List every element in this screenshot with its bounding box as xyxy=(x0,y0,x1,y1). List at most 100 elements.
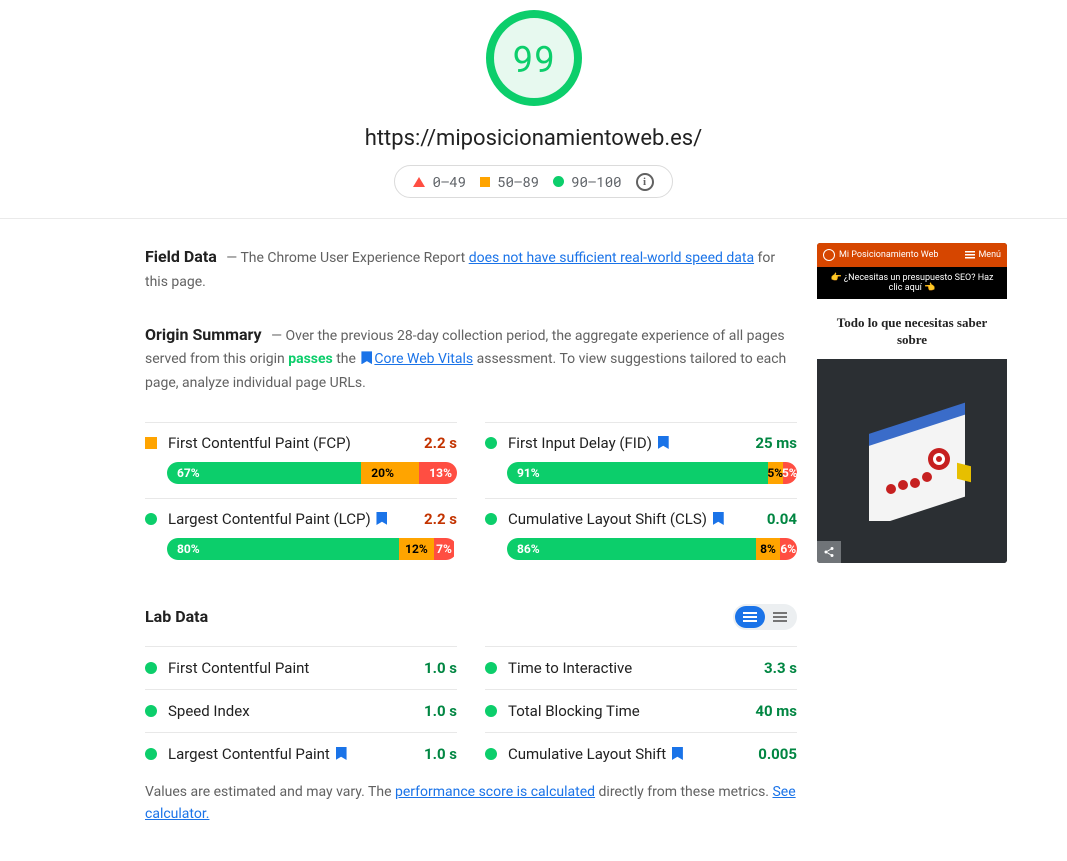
metric-value: 2.2 s xyxy=(424,510,457,528)
phone-illustration xyxy=(817,359,1007,563)
lab-metric[interactable]: Speed Index 1.0 s xyxy=(145,689,457,732)
lab-footnote: Values are estimated and may vary. The p… xyxy=(145,781,797,826)
share-icon xyxy=(823,546,835,558)
metric-name: Time to Interactive xyxy=(508,659,753,677)
metric-value: 25 ms xyxy=(755,434,797,452)
distribution-bar: 86%8%6% xyxy=(507,538,797,560)
dist-good: 91% xyxy=(507,462,768,484)
legend-high: 90–100 xyxy=(553,172,621,191)
metric-value: 2.2 s xyxy=(424,434,457,452)
seo-illustration-icon xyxy=(847,401,977,521)
lab-data-header: Lab Data xyxy=(145,604,797,630)
status-good-icon xyxy=(145,705,157,717)
page-preview: Mi Posicionamiento Web Menú 👉 ¿Necesitas… xyxy=(817,243,1007,826)
dist-poor: 13% xyxy=(419,462,457,484)
metric-name: First Contentful Paint xyxy=(168,659,413,677)
dist-poor: 5% xyxy=(783,462,798,484)
origin-metric[interactable]: First Input Delay (FID) 25 ms91%5%5% xyxy=(485,422,797,498)
lab-metric[interactable]: Largest Contentful Paint 1.0 s xyxy=(145,732,457,775)
hamburger-icon xyxy=(965,251,975,259)
lab-metric[interactable]: Total Blocking Time40 ms xyxy=(485,689,797,732)
status-good-icon xyxy=(145,662,157,674)
bookmark-icon xyxy=(713,512,724,525)
status-good-icon xyxy=(485,705,497,717)
main-content: Field Data — The Chrome User Experience … xyxy=(145,243,797,826)
origin-metric[interactable]: Cumulative Layout Shift (CLS) 0.04 86%8%6… xyxy=(485,498,797,574)
metric-value: 3.3 s xyxy=(764,659,797,677)
dist-average: 5% xyxy=(768,462,783,484)
passes-label: passes xyxy=(288,351,333,367)
status-good-icon xyxy=(485,437,497,449)
legend-mid: 50–89 xyxy=(480,172,539,191)
metric-name: Cumulative Layout Shift xyxy=(508,745,747,763)
lab-metric[interactable]: Time to Interactive 3.3 s xyxy=(485,646,797,689)
performance-score-calculated-link[interactable]: performance score is calculated xyxy=(395,784,595,800)
legend-low: 0–49 xyxy=(413,172,466,191)
dist-average: 8% xyxy=(756,538,779,560)
share-button[interactable] xyxy=(817,541,841,563)
metric-value: 0.04 xyxy=(767,510,797,528)
info-icon[interactable]: i xyxy=(636,173,654,191)
origin-summary-section: Origin Summary — Over the previous 28-da… xyxy=(145,321,797,396)
lab-metric[interactable]: Cumulative Layout Shift 0.005 xyxy=(485,732,797,775)
core-web-vitals-link[interactable]: Core Web Vitals xyxy=(374,351,473,367)
metric-name: Largest Contentful Paint xyxy=(168,745,413,763)
circle-green-icon xyxy=(553,176,564,187)
status-average-icon xyxy=(145,437,157,449)
metric-value: 1.0 s xyxy=(424,745,457,763)
view-toggle-expanded-button[interactable] xyxy=(735,606,765,628)
bookmark-icon xyxy=(361,351,372,364)
metric-value: 40 ms xyxy=(755,702,797,720)
metric-name: First Contentful Paint (FCP) xyxy=(168,434,413,452)
field-data-title: Field Data xyxy=(145,247,217,266)
distribution-bar: 80%12%7% xyxy=(167,538,457,560)
lab-metrics-grid: First Contentful Paint 1.0 s Time to Inter… xyxy=(145,646,797,775)
view-toggle-compact-button[interactable] xyxy=(765,606,795,628)
phone-hero-text: Todo lo que necesitas saber sobre xyxy=(827,315,997,349)
dist-good: 80% xyxy=(167,538,399,560)
origin-metric[interactable]: Largest Contentful Paint (LCP) 2.2 s 80%1… xyxy=(145,498,457,574)
metric-value: 0.005 xyxy=(758,745,797,763)
metric-name: First Input Delay (FID) xyxy=(508,434,744,452)
metric-value: 1.0 s xyxy=(424,659,457,677)
origin-summary-title: Origin Summary xyxy=(145,325,262,344)
dist-poor: 6% xyxy=(780,538,797,560)
globe-icon xyxy=(823,249,835,261)
lab-metric[interactable]: First Contentful Paint 1.0 s xyxy=(145,646,457,689)
status-good-icon xyxy=(145,513,157,525)
dist-poor: 7% xyxy=(434,538,454,560)
field-data-section: Field Data — The Chrome User Experience … xyxy=(145,243,797,295)
distribution-bar: 91%5%5% xyxy=(507,462,797,484)
origin-metric[interactable]: First Contentful Paint (FCP) 2.2 s 67%20%1… xyxy=(145,422,457,498)
dist-average: 12% xyxy=(399,538,434,560)
status-good-icon xyxy=(145,748,157,760)
phone-banner: 👉 ¿Necesitas un presupuesto SEO? Haz cli… xyxy=(817,267,1007,299)
bookmark-icon xyxy=(336,747,347,760)
metric-value: 1.0 s xyxy=(424,702,457,720)
status-good-icon xyxy=(485,748,497,760)
lab-data-title: Lab Data xyxy=(145,607,208,626)
dist-good: 86% xyxy=(507,538,756,560)
score-legend: 0–49 50–89 90–100 i xyxy=(394,165,672,198)
origin-metrics-grid: First Contentful Paint (FCP)2.2 s67%20%1… xyxy=(145,422,797,574)
metric-name: Speed Index xyxy=(168,702,413,720)
status-good-icon xyxy=(485,513,497,525)
dist-average: 20% xyxy=(361,462,419,484)
metric-name: Largest Contentful Paint (LCP) xyxy=(168,510,413,528)
metric-name: Cumulative Layout Shift (CLS) xyxy=(508,510,756,528)
insufficient-data-link[interactable]: does not have sufficient real-world spee… xyxy=(469,250,754,266)
phone-topbar: Mi Posicionamiento Web Menú xyxy=(817,243,1007,267)
status-good-icon xyxy=(485,662,497,674)
tested-url: https://miposicionamientoweb.es/ xyxy=(365,126,703,151)
distribution-bar: 67%20%13% xyxy=(167,462,457,484)
phone-mockup: Mi Posicionamiento Web Menú 👉 ¿Necesitas… xyxy=(817,243,1007,563)
performance-score: 99 xyxy=(512,34,555,82)
bookmark-icon xyxy=(672,747,683,760)
bookmark-icon xyxy=(376,512,387,525)
performance-gauge: 99 xyxy=(486,10,582,106)
view-toggle xyxy=(733,604,797,630)
square-orange-icon xyxy=(480,177,490,187)
triangle-red-icon xyxy=(413,177,425,187)
dist-good: 67% xyxy=(167,462,361,484)
score-header: 99 https://miposicionamientoweb.es/ 0–49… xyxy=(0,0,1067,219)
